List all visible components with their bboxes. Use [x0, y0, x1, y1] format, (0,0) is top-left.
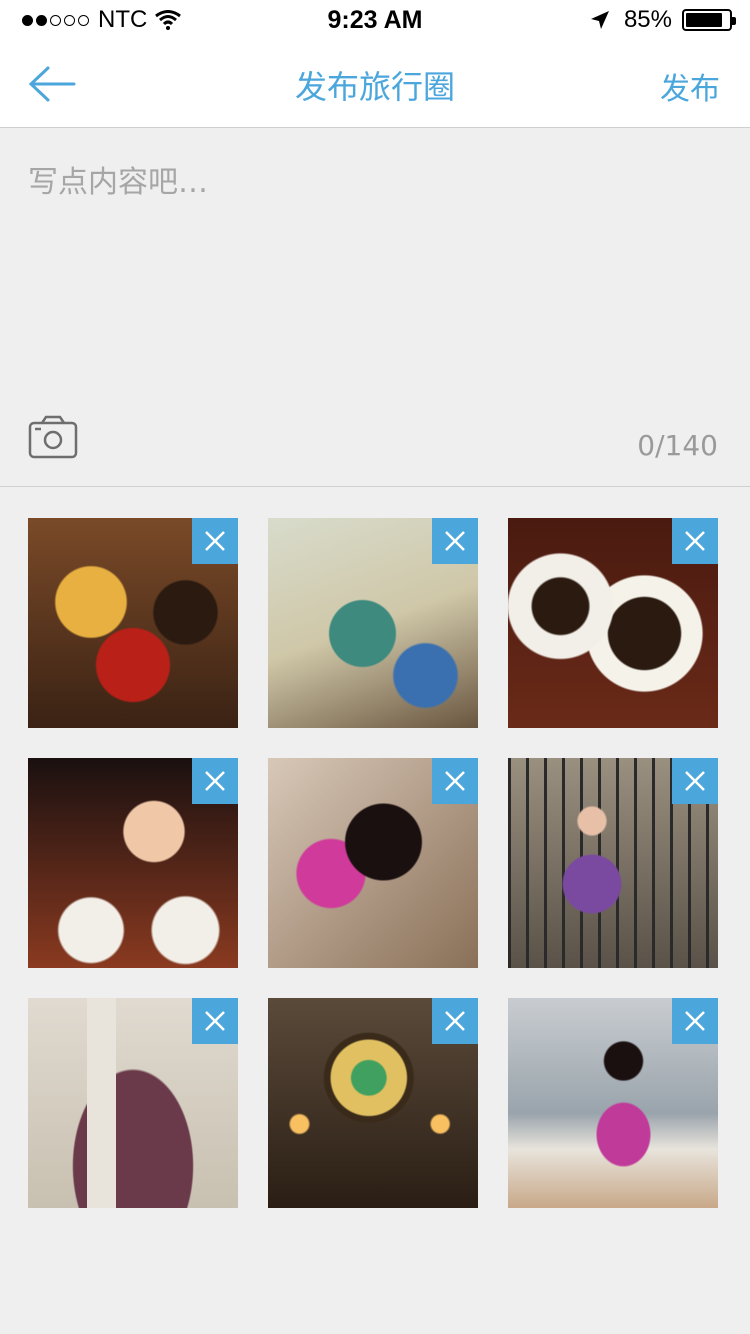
remove-photo-button[interactable]: [432, 758, 478, 804]
remove-photo-button[interactable]: [192, 998, 238, 1044]
close-icon: [685, 1011, 705, 1031]
location-arrow-icon: [590, 11, 609, 29]
camera-icon: [28, 415, 78, 459]
remove-photo-button[interactable]: [432, 518, 478, 564]
battery-level: [686, 13, 722, 27]
photo-thumbnail[interactable]: [28, 518, 238, 728]
compose-area: 0/140: [0, 129, 750, 487]
photo-thumbnail[interactable]: [268, 518, 478, 728]
close-icon: [205, 1011, 225, 1031]
status-right: 85%: [590, 6, 736, 34]
remove-photo-button[interactable]: [672, 998, 718, 1044]
remove-photo-button[interactable]: [432, 998, 478, 1044]
camera-button[interactable]: [28, 415, 80, 461]
close-icon: [445, 531, 465, 551]
close-icon: [205, 531, 225, 551]
photo-thumbnail[interactable]: [268, 998, 478, 1208]
close-icon: [205, 771, 225, 791]
photo-thumbnail[interactable]: [28, 998, 238, 1208]
page-title: 发布旅行圈: [294, 68, 455, 106]
photo-thumbnail[interactable]: [268, 758, 478, 968]
remove-photo-button[interactable]: [672, 518, 718, 564]
photo-thumbnail[interactable]: [508, 518, 718, 728]
close-icon: [445, 1011, 465, 1031]
close-icon: [445, 771, 465, 791]
remove-photo-button[interactable]: [192, 758, 238, 804]
battery-icon: [682, 9, 736, 31]
char-counter: 0/140: [637, 429, 718, 462]
photo-thumbnail[interactable]: [28, 758, 238, 968]
remove-photo-button[interactable]: [192, 518, 238, 564]
close-icon: [685, 771, 705, 791]
nav-bar: 发布旅行圈 发布: [0, 40, 750, 128]
publish-button[interactable]: 发布: [660, 64, 720, 108]
post-content-input[interactable]: [28, 157, 718, 387]
battery-percent: 85%: [623, 6, 672, 33]
remove-photo-button[interactable]: [672, 758, 718, 804]
photo-thumbnail[interactable]: [508, 758, 718, 968]
close-icon: [685, 531, 705, 551]
photo-thumbnail[interactable]: [508, 998, 718, 1208]
status-bar: NTC 9:23 AM 85%: [0, 0, 750, 40]
